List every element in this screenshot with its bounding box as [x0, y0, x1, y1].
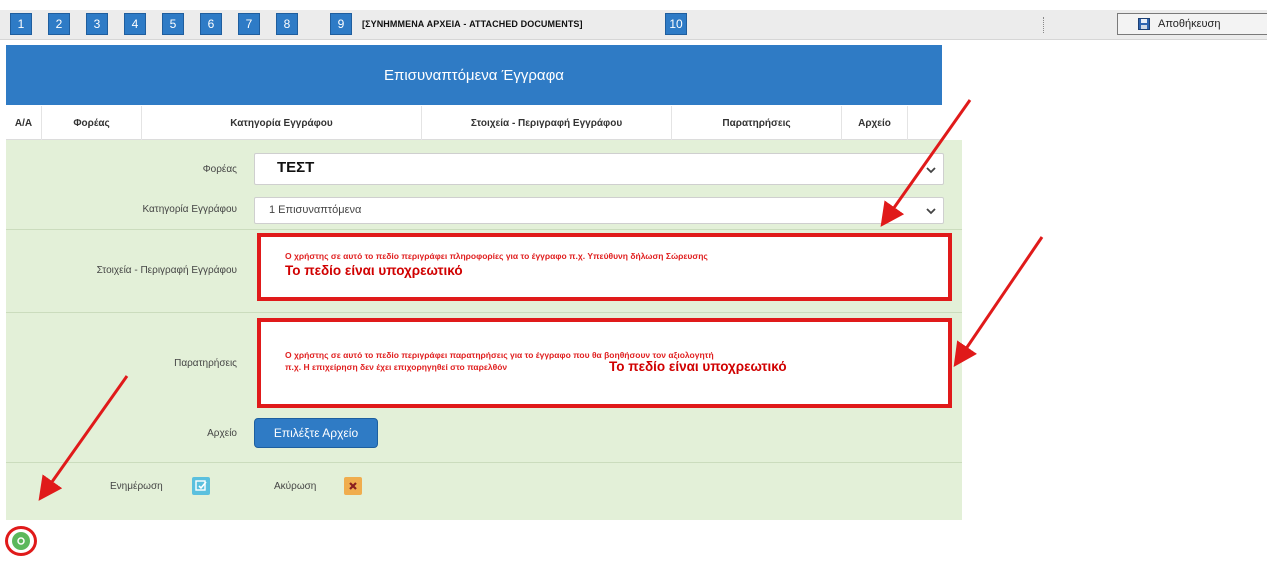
column-header-aa: Α/Α — [6, 106, 42, 140]
row-divider — [6, 312, 962, 313]
remarks-required-note: Το πεδίο είναι υποχρεωτικό — [609, 359, 787, 374]
step-2-button[interactable]: 2 — [48, 13, 70, 35]
file-label: Αρχείο — [207, 428, 237, 439]
description-label: Στοιχεία - Περιγραφή Εγγράφου — [96, 265, 237, 276]
category-select-value: 1 Επισυναπτόμενα — [269, 204, 362, 216]
description-note: Ο χρήστης σε αυτό το πεδίο περιγράφει πλ… — [285, 251, 708, 261]
chevron-down-icon — [926, 167, 936, 174]
table-header: Α/Α Φορέας Κατηγορία Εγγράφου Στοιχεία -… — [6, 106, 942, 140]
column-header-foreas: Φορέας — [42, 106, 142, 140]
step-9-label: [ΣΥΝΗΜΜΕΝΑ ΑΡΧΕΙΑ - ATTACHED DOCUMENTS] — [362, 19, 583, 29]
step-8-button[interactable]: 8 — [276, 13, 298, 35]
choose-file-button[interactable]: Επιλέξτε Αρχείο — [254, 418, 378, 448]
toolbar-divider — [1043, 17, 1045, 33]
step-3-button[interactable]: 3 — [86, 13, 108, 35]
foreas-label: Φορέας — [202, 164, 237, 175]
panel-title: Επισυναπτόμενα Έγγραφα — [6, 45, 942, 105]
annotation-circle — [5, 526, 37, 556]
foreas-select[interactable]: ΤΕΣΤ — [254, 153, 944, 185]
step-navigation-bar: 1 2 3 4 5 6 7 8 9 [ΣΥΝΗΜΜΕΝΑ ΑΡΧΕΙΑ - AT… — [0, 10, 1267, 40]
column-header-description: Στοιχεία - Περιγραφή Εγγράφου — [422, 106, 672, 140]
update-button[interactable] — [192, 477, 210, 495]
foreas-select-value: ΤΕΣΤ — [277, 159, 315, 176]
cancel-button[interactable] — [344, 477, 362, 495]
step-7-button[interactable]: 7 — [238, 13, 260, 35]
step-5-button[interactable]: 5 — [162, 13, 184, 35]
column-header-file: Αρχείο — [842, 106, 908, 140]
step-1-button[interactable]: 1 — [10, 13, 32, 35]
step-10-button[interactable]: 10 — [665, 13, 687, 35]
category-label: Κατηγορία Εγγράφου — [142, 204, 237, 215]
screen: 1 2 3 4 5 6 7 8 9 [ΣΥΝΗΜΜΕΝΑ ΑΡΧΕΙΑ - AT… — [0, 0, 1267, 562]
description-required-note: Το πεδίο είναι υποχρεωτικό — [285, 263, 463, 278]
remarks-label: Παρατηρήσεις — [174, 358, 237, 369]
step-9-button[interactable]: 9 — [330, 13, 352, 35]
column-header-category: Κατηγορία Εγγράφου — [142, 106, 422, 140]
save-button-label: Αποθήκευση — [1158, 18, 1221, 30]
category-select[interactable]: 1 Επισυναπτόμενα — [254, 197, 944, 224]
step-4-button[interactable]: 4 — [124, 13, 146, 35]
description-textarea[interactable]: Ο χρήστης σε αυτό το πεδίο περιγράφει πλ… — [257, 233, 952, 301]
close-x-icon — [349, 482, 357, 490]
row-divider — [6, 229, 962, 230]
remarks-textarea[interactable]: Ο χρήστης σε αυτό το πεδίο περιγράφει πα… — [257, 318, 952, 408]
chevron-down-icon — [926, 208, 936, 215]
cancel-label: Ακύρωση — [274, 481, 317, 492]
step-6-button[interactable]: 6 — [200, 13, 222, 35]
column-header-remarks: Παρατηρήσεις — [672, 106, 842, 140]
remarks-note-line2: π.χ. Η επιχείρηση δεν έχει επιχορηγηθεί … — [285, 362, 508, 372]
update-label: Ενημέρωση — [110, 481, 163, 492]
row-divider — [6, 462, 962, 463]
save-button[interactable]: Αποθήκευση — [1117, 13, 1267, 35]
arrow-to-remarks — [953, 236, 1044, 367]
edit-check-icon — [195, 480, 207, 491]
floppy-disk-icon — [1138, 18, 1150, 30]
